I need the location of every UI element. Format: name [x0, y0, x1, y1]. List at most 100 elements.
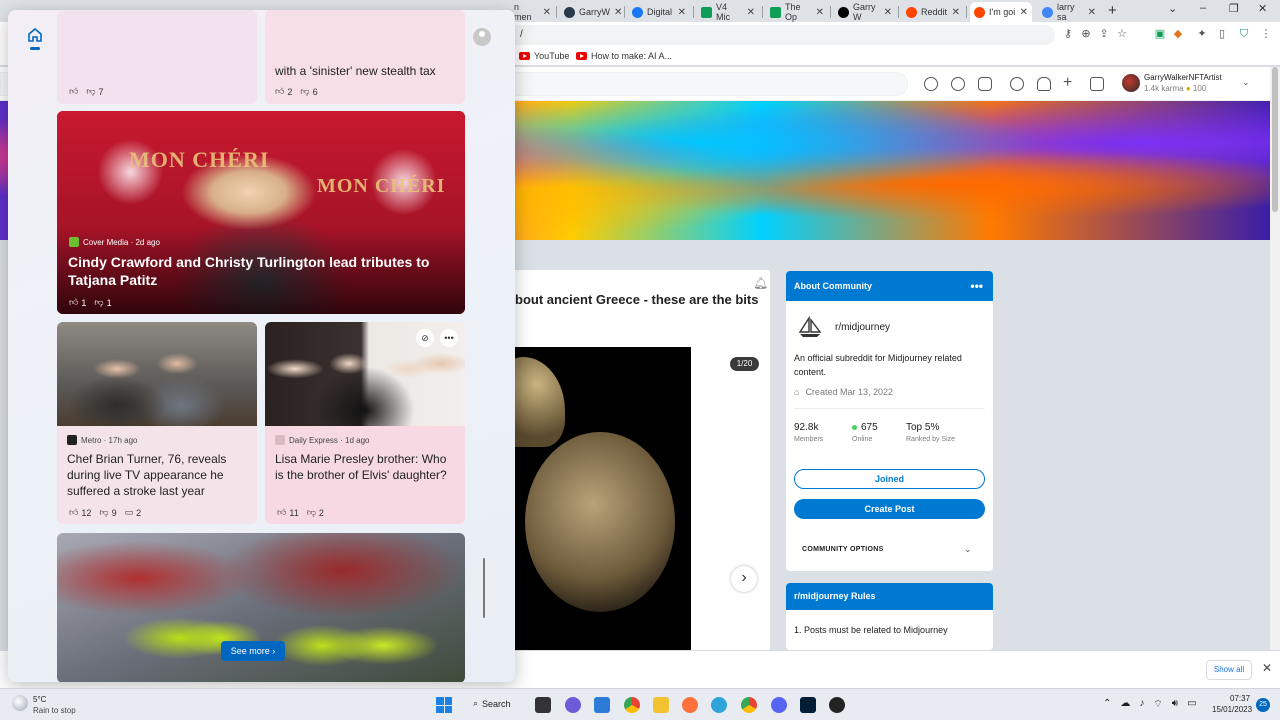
- close-icon[interactable]: ✕: [1020, 7, 1028, 18]
- close-icon[interactable]: ✕: [1262, 661, 1272, 675]
- news-card[interactable]: 👍︎ 👎︎ 7: [57, 10, 257, 104]
- more-options-icon[interactable]: •••: [970, 271, 983, 301]
- scrollbar-thumb[interactable]: [1272, 67, 1278, 212]
- sidepanel-icon[interactable]: ▯: [1216, 28, 1228, 40]
- post-title[interactable]: bout ancient Greece - these are the bits: [515, 292, 758, 307]
- key-icon[interactable]: ⚷: [1062, 28, 1074, 40]
- notification-badge[interactable]: 25: [1256, 698, 1270, 712]
- home-icon[interactable]: [28, 28, 42, 42]
- battery-icon[interactable]: ▭: [1187, 698, 1196, 711]
- news-card-featured[interactable]: MON CHÉRI MON CHÉRI Cover Media · 2d ago…: [57, 111, 465, 314]
- news-card[interactable]: Metro · 17h ago Chef Brian Turner, 76, r…: [57, 322, 257, 524]
- profile-icon[interactable]: [473, 28, 491, 46]
- weather-cloud-icon[interactable]: [12, 695, 28, 711]
- close-icon[interactable]: ✕: [952, 7, 960, 18]
- weather-temperature[interactable]: 5°C: [33, 695, 46, 704]
- close-icon[interactable]: ✕: [543, 7, 551, 18]
- user-menu[interactable]: GarryWalkerNFTArtist 1.4k karma ● 100 ⌄: [1122, 72, 1262, 96]
- chevron-down-icon[interactable]: ⌄: [964, 544, 972, 555]
- chevron-right-icon[interactable]: ›: [731, 566, 757, 592]
- close-icon[interactable]: ✕: [747, 7, 755, 18]
- browser-tab[interactable]: n men ✕: [510, 2, 555, 22]
- post-card[interactable]: bout ancient Greece - these are the bits…: [515, 270, 770, 650]
- widgets-scrollbar[interactable]: [483, 558, 485, 618]
- file-explorer-icon[interactable]: [653, 697, 669, 713]
- chrome-icon[interactable]: [624, 697, 640, 713]
- edge-icon[interactable]: [711, 697, 727, 713]
- browser-tab[interactable]: larry sa ✕: [1038, 2, 1100, 22]
- close-window-icon[interactable]: ✕: [1258, 2, 1267, 15]
- browser-tab[interactable]: V4 Mic ✕: [697, 2, 759, 22]
- chrome-alt-icon[interactable]: [741, 697, 757, 713]
- metamask-icon[interactable]: ◆: [1172, 28, 1184, 40]
- like-button[interactable]: 👍︎ 1: [69, 297, 86, 308]
- shield-icon[interactable]: ⛉: [1238, 28, 1250, 40]
- puzzle-icon[interactable]: ✦: [1196, 28, 1208, 40]
- taskbar-search[interactable]: ⌕ Search: [473, 698, 511, 709]
- browser-tab[interactable]: The Op ✕: [766, 2, 828, 22]
- chevron-down-icon[interactable]: ⌄: [1168, 2, 1177, 15]
- news-card[interactable]: ⊘ ••• Daily Express · 1d ago Lisa Marie …: [265, 322, 465, 524]
- subreddit-name[interactable]: r/midjourney: [835, 322, 890, 333]
- volume-icon[interactable]: 🔊︎: [1172, 698, 1178, 711]
- firefox-icon[interactable]: [682, 697, 698, 713]
- discord-icon[interactable]: [771, 697, 787, 713]
- clock-time[interactable]: 07:37: [1230, 694, 1250, 703]
- close-icon[interactable]: ✕: [678, 7, 686, 18]
- chevron-up-icon[interactable]: ⌃: [1103, 698, 1111, 711]
- close-icon[interactable]: ✕: [614, 7, 622, 18]
- browser-tab[interactable]: Reddit ✕: [902, 2, 964, 22]
- see-more-button[interactable]: See more ›: [221, 641, 285, 661]
- bookmark-star-icon[interactable]: ☆: [1116, 28, 1128, 40]
- new-tab-icon[interactable]: +: [1108, 2, 1117, 19]
- close-icon[interactable]: ✕: [884, 7, 892, 18]
- bookmark-how-to-make[interactable]: How to make: AI A...: [576, 51, 672, 61]
- dislike-button[interactable]: 👎︎ 7: [86, 86, 103, 97]
- task-view-icon[interactable]: [535, 697, 551, 713]
- more-options-icon[interactable]: •••: [440, 329, 458, 347]
- windows-start-icon[interactable]: [436, 697, 452, 713]
- browser-tab[interactable]: GarryW ✕: [560, 2, 622, 22]
- like-button[interactable]: 👍︎ 11: [277, 507, 299, 518]
- share-icon[interactable]: ⇪: [1098, 28, 1110, 40]
- rule-item[interactable]: 1. Posts must be related to Midjourney: [794, 625, 948, 635]
- create-post-button[interactable]: Create Post: [794, 499, 985, 519]
- like-button[interactable]: 👍︎ 2: [275, 86, 292, 97]
- like-button[interactable]: 👍︎: [69, 86, 78, 97]
- create-post-plus-icon[interactable]: +: [1063, 74, 1072, 92]
- restore-icon[interactable]: ❐: [1229, 2, 1239, 15]
- clock-date[interactable]: 15/01/2023: [1212, 705, 1252, 714]
- comments-button[interactable]: ▭ 2: [125, 507, 142, 518]
- show-all-button[interactable]: Show all: [1206, 660, 1252, 680]
- post-image[interactable]: [515, 347, 691, 650]
- like-button[interactable]: 👍︎ 12: [69, 507, 91, 518]
- weather-description[interactable]: Rain to stop: [33, 706, 76, 715]
- news-card[interactable]: with a 'sinister' new stealth tax 👍︎ 2 👎︎…: [265, 10, 465, 104]
- close-icon[interactable]: ✕: [1088, 7, 1096, 18]
- extension-icon[interactable]: ▣: [1154, 28, 1166, 40]
- bookmark-youtube[interactable]: YouTube: [519, 51, 569, 61]
- dislike-button[interactable]: 👎︎ 6: [300, 86, 317, 97]
- browser-tab-active[interactable]: I'm goi ✕: [970, 2, 1032, 22]
- menu-kebab-icon[interactable]: ⋮: [1260, 28, 1272, 40]
- notification-bell-icon[interactable]: [1037, 77, 1051, 91]
- hide-story-icon[interactable]: ⊘: [416, 329, 434, 347]
- photoshop-icon[interactable]: [800, 697, 816, 713]
- microphone-icon[interactable]: ♪: [1139, 698, 1144, 711]
- dislike-button[interactable]: 👎︎ 1: [94, 297, 111, 308]
- app-icon[interactable]: [829, 697, 845, 713]
- dislike-button[interactable]: 👎︎ 9: [99, 507, 116, 518]
- store-icon[interactable]: [594, 697, 610, 713]
- page-scrollbar[interactable]: [1270, 67, 1280, 650]
- rpan-icon[interactable]: [978, 77, 992, 91]
- dislike-button[interactable]: 👎︎ 2: [307, 507, 324, 518]
- chat-icon[interactable]: [1010, 77, 1024, 91]
- notification-bell-icon[interactable]: 🔔︎: [753, 276, 768, 290]
- community-options-toggle[interactable]: COMMUNITY OPTIONS: [802, 546, 884, 553]
- cloud-icon[interactable]: ☁: [1120, 698, 1130, 711]
- browser-tab[interactable]: Digital ✕: [628, 2, 690, 22]
- advertise-icon[interactable]: [1090, 77, 1104, 91]
- browser-tab[interactable]: Garry W ✕: [834, 2, 896, 22]
- zoom-icon[interactable]: ⊕: [1080, 28, 1092, 40]
- popular-icon[interactable]: [924, 77, 938, 91]
